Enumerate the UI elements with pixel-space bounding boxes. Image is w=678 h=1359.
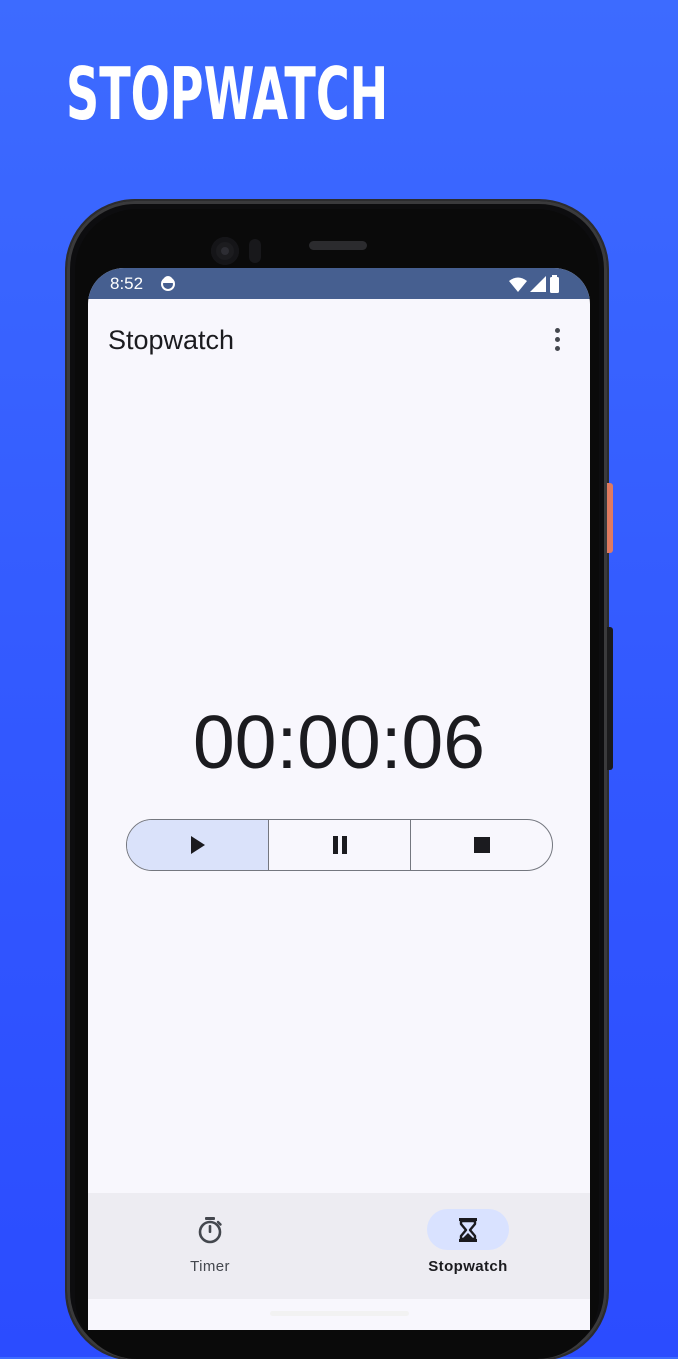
pause-button[interactable]: [268, 820, 410, 870]
promo-title: STOPWATCH: [66, 52, 389, 136]
nav-item-timer[interactable]: Timer: [130, 1208, 290, 1288]
app-title: Stopwatch: [108, 325, 235, 355]
start-button[interactable]: [127, 820, 268, 870]
power-button: [607, 483, 613, 553]
nav-item-stopwatch[interactable]: Stopwatch: [388, 1208, 548, 1288]
earpiece-speaker: [309, 241, 367, 250]
wifi-icon: [509, 277, 527, 292]
nav-label-timer: Timer: [190, 1258, 230, 1275]
hourglass-icon: [459, 1218, 477, 1242]
proximity-sensor: [249, 239, 261, 263]
front-camera: [211, 237, 239, 265]
volume-button: [607, 627, 613, 770]
battery-icon: [550, 275, 559, 293]
pause-icon: [332, 836, 347, 854]
stopwatch-controls: [126, 819, 553, 871]
status-bar: 8:52: [88, 268, 590, 299]
timer-icon: [198, 1217, 222, 1244]
home-gesture-bar[interactable]: [270, 1311, 409, 1316]
elapsed-time: 00:00:06: [193, 700, 485, 784]
status-icons: [509, 275, 560, 293]
bottom-navigation: Timer Stopwatch: [88, 1193, 590, 1299]
play-icon: [190, 836, 205, 854]
phone-screen: 8:52 Stopwatch 00:00:06 Timer Stopwatch: [88, 268, 590, 1330]
cellular-signal-icon: [530, 276, 546, 292]
stop-button[interactable]: [410, 820, 552, 870]
stop-icon: [473, 837, 490, 853]
top-app-bar: Stopwatch: [88, 299, 590, 381]
more-vert-icon[interactable]: [542, 321, 572, 357]
status-time: 8:52: [110, 274, 144, 293]
sync-icon: [161, 276, 175, 291]
nav-label-stopwatch: Stopwatch: [428, 1258, 508, 1275]
